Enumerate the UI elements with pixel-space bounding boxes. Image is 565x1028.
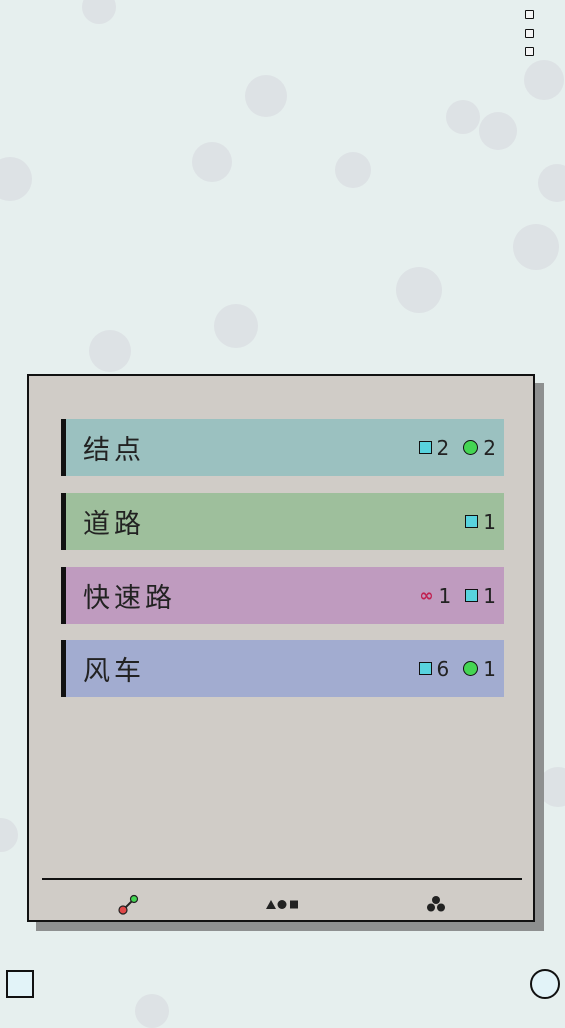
square-shape-button[interactable] — [6, 970, 34, 998]
count-item: 6 — [418, 656, 450, 681]
count-item: 2 — [418, 435, 450, 460]
background-dot — [135, 994, 169, 1028]
count-item: 1 — [463, 657, 496, 681]
background-dot — [513, 224, 559, 270]
background-dot — [335, 152, 371, 188]
count-value: 6 — [436, 656, 450, 681]
tab-cluster[interactable] — [416, 886, 456, 922]
count-value: 1 — [483, 509, 496, 534]
count-item: 1 — [465, 584, 496, 608]
row-nodes[interactable]: 结点 2 2 — [61, 419, 504, 476]
menu-button[interactable] — [525, 10, 535, 66]
count-value: 1 — [438, 583, 452, 608]
row-counts: 2 2 — [418, 435, 496, 460]
circle-shape-button[interactable] — [530, 969, 560, 999]
circle-icon — [463, 661, 479, 676]
infinity-icon: ∞ — [419, 585, 434, 606]
row-label: 结点 — [83, 435, 145, 466]
square-icon — [418, 441, 432, 454]
tab-roads[interactable] — [109, 886, 149, 922]
row-counts: 6 1 — [418, 656, 496, 681]
background-dot — [446, 100, 480, 134]
background-dot — [479, 112, 517, 150]
menu-square-icon — [525, 47, 534, 56]
background-dot — [524, 60, 564, 100]
row-expressway[interactable]: 快速路 ∞ 1 1 — [61, 567, 504, 624]
count-item: 2 — [463, 436, 496, 460]
background-dot — [214, 304, 258, 348]
count-value: 2 — [483, 435, 496, 460]
row-label: 道路 — [83, 509, 145, 540]
background-dot — [538, 164, 565, 202]
road-nodes-icon — [118, 894, 139, 915]
background-dot — [192, 142, 232, 182]
row-label: 风车 — [83, 656, 145, 687]
cluster-icon — [427, 896, 445, 912]
background-dot — [89, 330, 131, 372]
square-icon — [418, 662, 432, 675]
row-counts: ∞ 1 1 — [419, 584, 496, 608]
square-icon — [465, 589, 479, 602]
count-value: 1 — [483, 583, 496, 608]
menu-square-icon — [525, 10, 534, 19]
row-windmill[interactable]: 风车 6 1 — [61, 640, 504, 697]
count-item: 1 — [465, 510, 496, 534]
square-icon — [465, 515, 479, 528]
count-value: 1 — [483, 656, 496, 681]
menu-square-icon — [525, 28, 534, 38]
background-dot — [0, 157, 32, 201]
background-dot — [396, 267, 442, 313]
count-item: ∞ 1 — [419, 584, 451, 608]
background-dot — [245, 75, 287, 117]
row-label: 快速路 — [83, 583, 176, 614]
background-dot — [82, 0, 116, 24]
circle-icon — [463, 440, 479, 455]
background-dot — [0, 818, 18, 852]
shapes-icon — [266, 900, 298, 909]
row-roads[interactable]: 道路 1 — [61, 493, 504, 550]
tab-shapes[interactable] — [263, 886, 303, 922]
inventory-panel: 结点 2 2 道路 1 快速路 ∞ 1 1 风车 6 1 — [27, 374, 535, 922]
tab-divider — [42, 878, 522, 880]
row-counts: 1 — [465, 510, 496, 534]
count-value: 2 — [436, 435, 450, 460]
